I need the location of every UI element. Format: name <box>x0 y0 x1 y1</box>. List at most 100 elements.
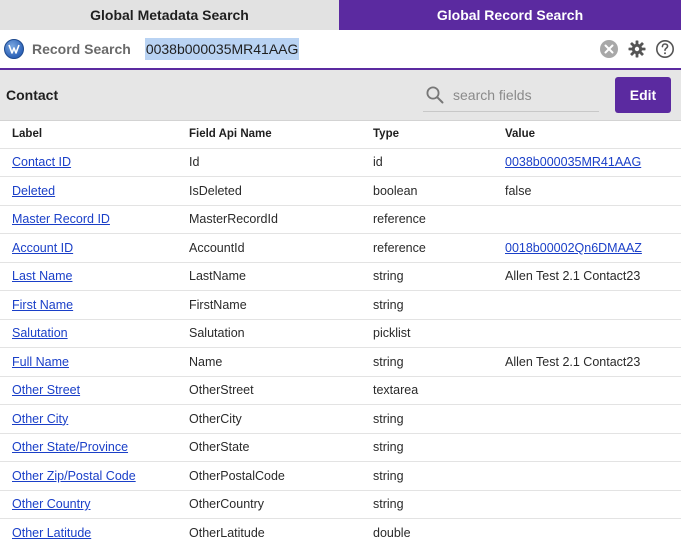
field-label-link[interactable]: Contact ID <box>12 155 71 169</box>
cell-value <box>493 490 681 519</box>
cell-value <box>493 404 681 434</box>
cell-label: Last Name <box>0 262 177 291</box>
field-label-link[interactable]: Account ID <box>12 241 73 255</box>
cell-label: Other State/Province <box>0 433 177 462</box>
cell-type: textarea <box>361 376 493 405</box>
table-row: Contact ID Id id 0038b000035MR41AAG <box>0 148 681 177</box>
table-row: Last Name LastName string Allen Test 2.1 Co… <box>0 262 681 291</box>
fields-table: Label Field Api Name Type Value Contact … <box>0 121 681 547</box>
field-label-link[interactable]: Deleted <box>12 184 55 198</box>
field-label-link[interactable]: Other Country <box>12 497 91 511</box>
table-row: Deleted IsDeleted boolean false <box>0 176 681 206</box>
record-search-input[interactable]: 0038b000035MR41AAG <box>144 38 300 60</box>
cell-label: Full Name <box>0 347 177 377</box>
table-row: Full Name Name string Allen Test 2.1 Contac… <box>0 347 681 377</box>
cell-api-name: OtherCity <box>177 404 361 434</box>
cell-value <box>493 376 681 405</box>
field-label-link[interactable]: First Name <box>12 298 73 312</box>
field-label-link[interactable]: Other Latitude <box>12 526 91 540</box>
cell-label: Other Street <box>0 376 177 405</box>
table-row: First Name FirstName string <box>0 290 681 320</box>
cell-type: string <box>361 433 493 462</box>
cell-type: reference <box>361 233 493 263</box>
cell-value <box>493 518 681 547</box>
table-row: Other State/Province OtherState string <box>0 433 681 462</box>
record-search-bar: Record Search 0038b000035MR41AAG <box>0 30 681 70</box>
record-search-input-wrap[interactable]: 0038b000035MR41AAG <box>144 38 599 60</box>
cell-api-name: AccountId <box>177 233 361 263</box>
cell-label: Other Country <box>0 490 177 519</box>
cell-type: boolean <box>361 176 493 206</box>
cell-type: string <box>361 347 493 377</box>
cell-api-name: OtherCountry <box>177 490 361 519</box>
cell-label: Salutation <box>0 319 177 348</box>
cell-type: string <box>361 461 493 491</box>
record-search-label: Record Search <box>32 41 131 57</box>
table-row: Salutation Salutation picklist <box>0 319 681 348</box>
cell-value: Allen Test 2.1 Contact23 <box>493 347 681 377</box>
cell-label: Master Record ID <box>0 205 177 234</box>
table-header-row: Label Field Api Name Type Value <box>0 121 681 149</box>
cell-type: string <box>361 290 493 320</box>
table-row: Other Zip/Postal Code OtherPostalCode stri… <box>0 461 681 491</box>
table-row: Other Country OtherCountry string <box>0 490 681 519</box>
cell-api-name: MasterRecordId <box>177 205 361 234</box>
cell-api-name: LastName <box>177 262 361 291</box>
cell-value <box>493 319 681 348</box>
cell-value: false <box>493 176 681 206</box>
cell-type: picklist <box>361 319 493 348</box>
tab-global-metadata-search[interactable]: Global Metadata Search <box>0 0 339 30</box>
field-label-link[interactable]: Other Zip/Postal Code <box>12 469 136 483</box>
cell-label: Contact ID <box>0 148 177 177</box>
cell-label: Other Zip/Postal Code <box>0 461 177 491</box>
field-label-link[interactable]: Salutation <box>12 326 68 340</box>
cell-label: Other Latitude <box>0 518 177 547</box>
cell-api-name: OtherLatitude <box>177 518 361 547</box>
help-icon[interactable] <box>655 39 675 59</box>
table-row: Other Latitude OtherLatitude double <box>0 518 681 547</box>
table-row: Master Record ID MasterRecordId reference <box>0 205 681 234</box>
cell-type: double <box>361 518 493 547</box>
cell-api-name: OtherStreet <box>177 376 361 405</box>
field-search <box>423 78 599 112</box>
cell-api-name: OtherState <box>177 433 361 462</box>
field-label-link[interactable]: Other State/Province <box>12 440 128 454</box>
cell-label: Account ID <box>0 233 177 263</box>
field-label-link[interactable]: Full Name <box>12 355 69 369</box>
search-icon <box>426 86 444 103</box>
object-title: Contact <box>6 87 59 103</box>
column-header-label: Label <box>0 121 177 149</box>
column-header-type: Type <box>361 121 493 149</box>
cell-value <box>493 290 681 320</box>
column-header-value: Value <box>493 121 681 149</box>
value-link[interactable]: 0038b000035MR41AAG <box>505 155 641 169</box>
field-label-link[interactable]: Master Record ID <box>12 212 110 226</box>
cell-value: 0018b00002Qn6DMAAZ <box>493 233 681 263</box>
cell-value: 0038b000035MR41AAG <box>493 148 681 177</box>
field-label-link[interactable]: Other Street <box>12 383 80 397</box>
object-header: Contact Edit <box>0 70 681 121</box>
cell-api-name: FirstName <box>177 290 361 320</box>
field-search-input[interactable] <box>453 86 593 103</box>
clear-circle-icon[interactable] <box>599 39 619 59</box>
cell-label: Deleted <box>0 176 177 206</box>
cell-api-name: Id <box>177 148 361 177</box>
cell-type: string <box>361 404 493 434</box>
cell-value <box>493 433 681 462</box>
field-label-link[interactable]: Other City <box>12 412 68 426</box>
column-header-api-name: Field Api Name <box>177 121 361 149</box>
gear-icon[interactable] <box>627 39 647 59</box>
field-label-link[interactable]: Last Name <box>12 269 72 283</box>
cell-label: First Name <box>0 290 177 320</box>
cell-label: Other City <box>0 404 177 434</box>
cell-value: Allen Test 2.1 Contact23 <box>493 262 681 291</box>
table-row: Account ID AccountId reference 0018b00002Qn… <box>0 233 681 263</box>
search-bar-actions <box>599 39 675 59</box>
edit-button[interactable]: Edit <box>615 77 671 113</box>
tab-global-record-search[interactable]: Global Record Search <box>339 0 681 30</box>
table-body: Contact ID Id id 0038b000035MR41AAG Deleted I… <box>0 148 681 547</box>
value-link[interactable]: 0018b00002Qn6DMAAZ <box>505 241 642 255</box>
cell-api-name: OtherPostalCode <box>177 461 361 491</box>
table-row: Other City OtherCity string <box>0 404 681 434</box>
cell-api-name: IsDeleted <box>177 176 361 206</box>
